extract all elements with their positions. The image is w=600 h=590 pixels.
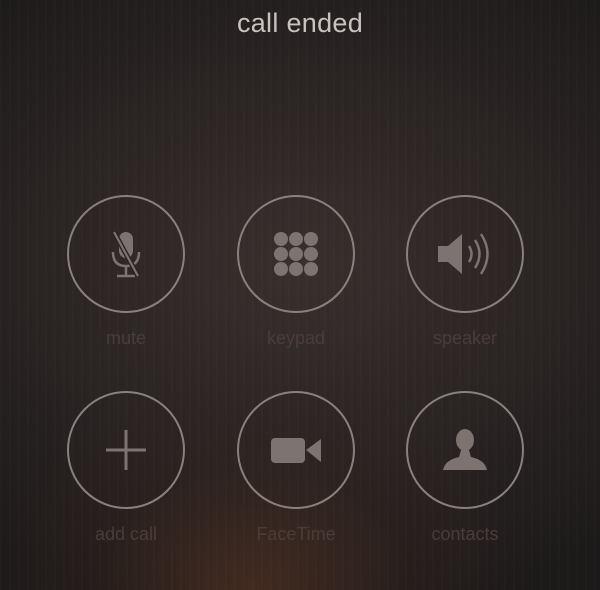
facetime-button[interactable]: FaceTime: [216, 391, 376, 545]
mute-label: mute: [105, 328, 147, 348]
call-controls-grid: mute keypad speaker add call FaceTime co…: [0, 0, 600, 590]
plus-icon: [106, 430, 146, 470]
keypad-icon: [274, 232, 318, 276]
video-camera-icon: [271, 438, 321, 463]
facetime-label: FaceTime: [256, 524, 336, 544]
microphone-muted-icon: [111, 230, 141, 278]
add-call-button[interactable]: add call: [46, 391, 206, 545]
contacts-label: contacts: [431, 524, 499, 544]
speaker-label: speaker: [432, 328, 498, 348]
add-call-label: add call: [94, 524, 158, 544]
speaker-button[interactable]: speaker: [385, 195, 545, 349]
person-icon: [443, 429, 487, 470]
add-call-button-ring[interactable]: [67, 391, 185, 509]
speaker-icon: [438, 233, 489, 275]
mute-button-ring[interactable]: [67, 195, 185, 313]
keypad-button-ring[interactable]: [237, 195, 355, 313]
contacts-button[interactable]: contacts: [385, 391, 545, 545]
facetime-button-ring[interactable]: [237, 391, 355, 509]
mute-button[interactable]: mute: [46, 195, 206, 349]
speaker-button-ring[interactable]: [406, 195, 524, 313]
contacts-button-ring[interactable]: [406, 391, 524, 509]
keypad-button[interactable]: keypad: [216, 195, 376, 349]
keypad-label: keypad: [266, 328, 326, 348]
